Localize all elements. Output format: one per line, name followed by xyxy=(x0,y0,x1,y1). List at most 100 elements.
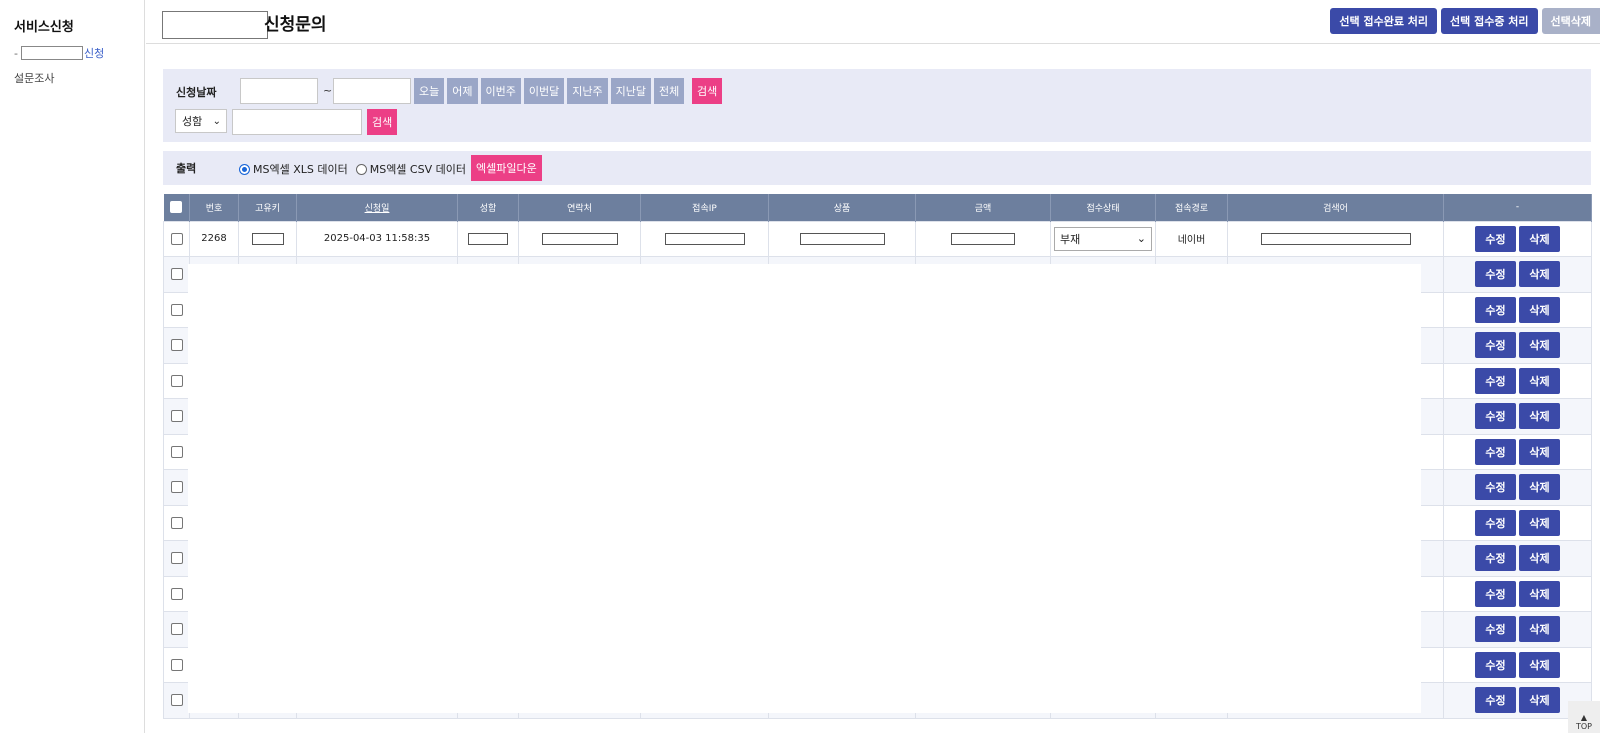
quick-this-month-button[interactable]: 이번달 xyxy=(523,78,565,104)
sort-date-link[interactable]: 신청일 xyxy=(365,204,390,214)
row-checkbox-cell[interactable] xyxy=(163,327,190,364)
excel-download-button[interactable]: 엑셀파일다운 xyxy=(471,155,542,181)
edit-button[interactable]: 수정 xyxy=(1475,225,1516,252)
quick-all-button[interactable]: 전체 xyxy=(654,78,685,104)
select-all-checkbox[interactable] xyxy=(170,201,183,214)
col-key: 고유키 xyxy=(238,194,297,221)
row-checkbox[interactable] xyxy=(170,374,183,387)
row-checkbox-cell[interactable] xyxy=(163,504,190,541)
arrow-up-icon: ▲ xyxy=(1580,713,1588,722)
edit-button[interactable]: 수정 xyxy=(1475,580,1516,607)
delete-button[interactable]: 삭제 xyxy=(1519,616,1560,643)
output-label: 출력 xyxy=(176,162,197,175)
row-checkbox-cell[interactable] xyxy=(163,256,190,293)
search-panel: 신청날짜 ~ 오늘 어제 이번주 이번달 지난주 지난달 전체 검색 성함 ⌄ … xyxy=(163,69,1591,142)
delete-button[interactable]: 삭제 xyxy=(1519,509,1560,536)
delete-button[interactable]: 삭제 xyxy=(1519,580,1560,607)
quick-yesterday-button[interactable]: 어제 xyxy=(447,78,478,104)
select-all-checkbox-cell[interactable] xyxy=(163,194,190,221)
row-checkbox[interactable] xyxy=(170,445,183,458)
cell-actions: 수정 삭제 xyxy=(1443,220,1592,257)
quick-last-month-button[interactable]: 지난달 xyxy=(610,78,651,104)
bulk-complete-button[interactable]: 선택 접수완료 처리 xyxy=(1330,8,1438,34)
edit-button[interactable]: 수정 xyxy=(1475,261,1516,288)
row-checkbox[interactable] xyxy=(170,339,183,352)
edit-button[interactable]: 수정 xyxy=(1475,509,1516,536)
status-select[interactable]: 부재 ⌄ xyxy=(1054,226,1152,251)
keyword-search-button[interactable]: 검색 xyxy=(367,109,398,135)
delete-button[interactable]: 삭제 xyxy=(1519,403,1560,430)
row-checkbox[interactable] xyxy=(170,587,183,600)
cell-status[interactable]: 부재 ⌄ xyxy=(1050,220,1156,257)
sidebar-item-survey[interactable]: 설문조사 xyxy=(14,70,54,86)
row-checkbox-cell[interactable] xyxy=(163,433,190,470)
row-checkbox-cell[interactable] xyxy=(163,646,190,683)
row-checkbox[interactable] xyxy=(170,552,183,565)
delete-button[interactable]: 삭제 xyxy=(1519,438,1560,465)
edit-button[interactable]: 수정 xyxy=(1475,687,1516,714)
scroll-top-button[interactable]: ▲ TOP xyxy=(1568,701,1600,733)
col-date[interactable]: 신청일 xyxy=(296,194,458,221)
col-actions: - xyxy=(1443,194,1592,221)
cell-actions: 수정 삭제 xyxy=(1443,469,1592,506)
row-checkbox-cell[interactable] xyxy=(163,362,190,399)
date-search-button[interactable]: 검색 xyxy=(692,78,723,104)
row-checkbox-cell[interactable] xyxy=(163,291,190,328)
row-checkbox-cell[interactable] xyxy=(163,611,190,648)
delete-button[interactable]: 삭제 xyxy=(1519,261,1560,288)
edit-button[interactable]: 수정 xyxy=(1475,545,1516,572)
row-checkbox-cell[interactable] xyxy=(163,469,190,506)
edit-button[interactable]: 수정 xyxy=(1475,438,1516,465)
row-checkbox[interactable] xyxy=(170,410,183,423)
row-checkbox[interactable] xyxy=(170,232,183,245)
row-checkbox-cell[interactable] xyxy=(163,540,190,577)
quick-today-button[interactable]: 오늘 xyxy=(414,78,445,104)
edit-button[interactable]: 수정 xyxy=(1475,474,1516,501)
masked-region xyxy=(664,232,745,245)
radio-csv[interactable] xyxy=(355,163,367,175)
quick-last-week-button[interactable]: 지난주 xyxy=(567,78,608,104)
delete-button[interactable]: 삭제 xyxy=(1519,474,1560,501)
masked-region xyxy=(1260,232,1411,245)
status-select-value: 부재 xyxy=(1060,232,1081,246)
field-select[interactable]: 성함 ⌄ xyxy=(175,109,227,133)
edit-button[interactable]: 수정 xyxy=(1475,616,1516,643)
bulk-inprogress-button[interactable]: 선택 접수중 처리 xyxy=(1441,8,1538,34)
edit-button[interactable]: 수정 xyxy=(1475,367,1516,394)
delete-button[interactable]: 삭제 xyxy=(1519,225,1560,252)
bulk-delete-button[interactable]: 선택삭제 xyxy=(1541,8,1600,34)
row-checkbox[interactable] xyxy=(170,694,183,707)
sidebar-item-service-request[interactable]: - 신청 xyxy=(14,45,104,61)
delete-button[interactable]: 삭제 xyxy=(1519,687,1560,714)
delete-button[interactable]: 삭제 xyxy=(1519,332,1560,359)
delete-button[interactable]: 삭제 xyxy=(1519,296,1560,323)
row-checkbox-cell[interactable] xyxy=(163,575,190,612)
radio-xls[interactable] xyxy=(239,163,250,175)
row-checkbox-cell[interactable] xyxy=(163,682,190,719)
row-checkbox[interactable] xyxy=(170,268,183,281)
edit-button[interactable]: 수정 xyxy=(1475,403,1516,430)
row-checkbox[interactable] xyxy=(170,303,183,316)
row-checkbox[interactable] xyxy=(170,516,183,529)
keyword-input[interactable] xyxy=(232,109,362,135)
delete-button[interactable]: 삭제 xyxy=(1519,545,1560,572)
edit-button[interactable]: 수정 xyxy=(1475,332,1516,359)
col-product: 상품 xyxy=(768,194,916,221)
radio-csv-label: MS엑셀 CSV 데이터 xyxy=(369,163,466,176)
edit-button[interactable]: 수정 xyxy=(1475,296,1516,323)
delete-button[interactable]: 삭제 xyxy=(1519,367,1560,394)
start-date-input[interactable] xyxy=(240,78,318,104)
row-checkbox-cell[interactable] xyxy=(163,220,190,257)
row-checkbox[interactable] xyxy=(170,481,183,494)
edit-button[interactable]: 수정 xyxy=(1475,651,1516,678)
row-checkbox-cell[interactable] xyxy=(163,398,190,435)
row-checkbox[interactable] xyxy=(170,658,183,671)
delete-button[interactable]: 삭제 xyxy=(1519,651,1560,678)
cell-product xyxy=(768,220,916,257)
masked-region xyxy=(799,232,885,245)
quick-this-week-button[interactable]: 이번주 xyxy=(480,78,521,104)
col-no: 번호 xyxy=(189,194,239,221)
row-checkbox[interactable] xyxy=(170,623,183,636)
cell-actions: 수정 삭제 xyxy=(1443,575,1592,612)
end-date-input[interactable] xyxy=(333,78,411,104)
